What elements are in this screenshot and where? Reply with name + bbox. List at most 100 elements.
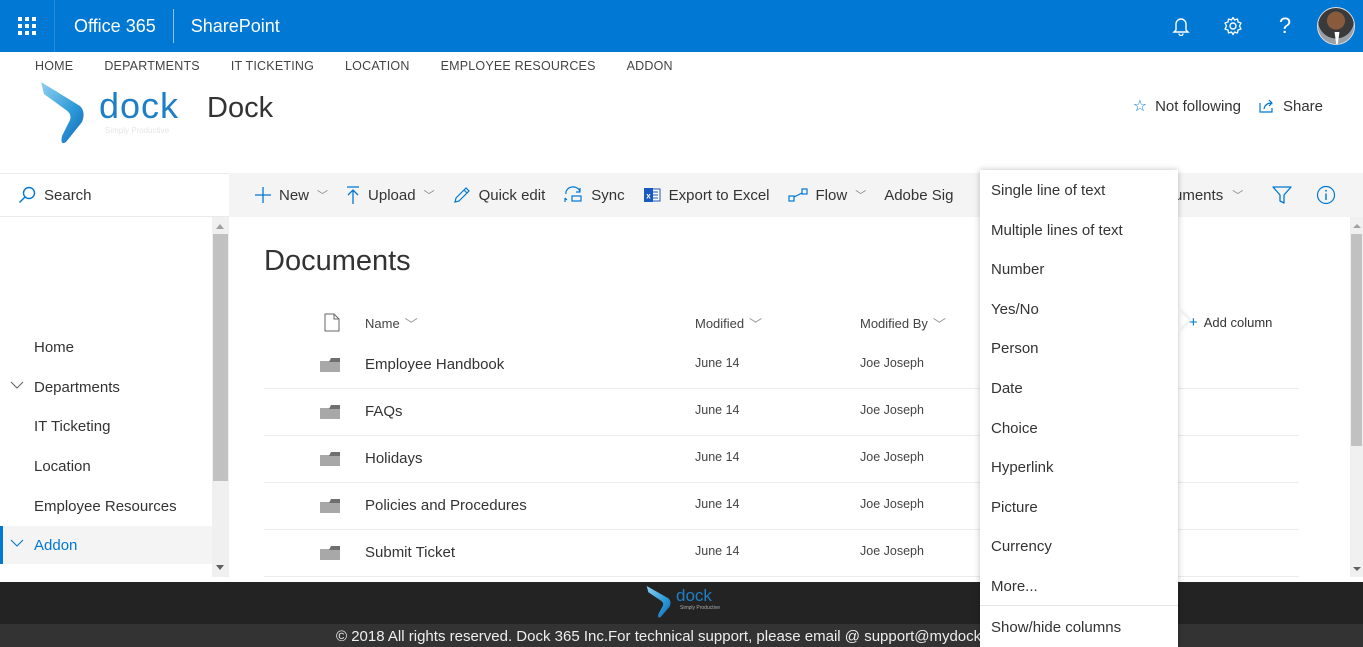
row-modified-by: Joe Joseph	[860, 403, 924, 417]
suite-divider	[172, 9, 174, 43]
scrollbar-thumb[interactable]	[1351, 234, 1362, 446]
follow-label: Not following	[1155, 97, 1241, 115]
leftnav-item-it-ticketing[interactable]: IT Ticketing	[0, 407, 212, 445]
topnav-departments[interactable]: DEPARTMENTS	[104, 59, 200, 73]
column-header-label: Name	[365, 316, 400, 331]
row-name[interactable]: Policies and Procedures	[365, 497, 527, 514]
excel-icon: x	[643, 186, 661, 204]
app-launcher-button[interactable]	[0, 0, 55, 52]
menu-item-yes-no[interactable]: Yes/No	[980, 290, 1178, 329]
column-header-label: Modified By	[860, 316, 928, 331]
leftnav-label: Departments	[34, 378, 120, 396]
menu-item-date[interactable]: Date	[980, 369, 1178, 408]
flow-button[interactable]: Flow ﹀	[787, 187, 866, 204]
leftnav-item-home[interactable]: Home	[0, 328, 212, 366]
sharepoint-link[interactable]: SharePoint	[191, 16, 280, 37]
leftnav-item-employee-resources[interactable]: Employee Resources	[0, 487, 212, 525]
row-modified: June 14	[695, 450, 740, 464]
menu-item-single-line[interactable]: Single line of text	[980, 171, 1178, 210]
file-type-icon[interactable]	[324, 313, 340, 332]
info-button[interactable]	[1316, 173, 1336, 217]
site-logo-tagline: Simply Productive	[105, 126, 170, 135]
share-label: Share	[1282, 97, 1323, 115]
row-name[interactable]: Holidays	[365, 450, 423, 467]
view-label: uments	[1174, 186, 1224, 204]
leftnav-scrollbar[interactable]	[212, 217, 229, 577]
search-placeholder: Search	[44, 186, 92, 204]
topnav-home[interactable]: HOME	[35, 59, 73, 73]
help-button[interactable]: ?	[1259, 0, 1311, 52]
add-column-button[interactable]: + Add column	[1189, 314, 1272, 331]
column-header-name[interactable]: Name ﹀	[365, 314, 418, 333]
leftnav-item-addon[interactable]: Addon	[0, 526, 212, 564]
leftnav-label: Home	[34, 338, 75, 356]
footer-copyright: © 2018 All rights reserved. Dock 365 Inc…	[336, 628, 1039, 645]
office365-link[interactable]: Office 365	[74, 16, 156, 37]
quick-edit-button[interactable]: Quick edit	[453, 186, 546, 204]
chevron-down-icon[interactable]	[10, 380, 24, 390]
settings-button[interactable]	[1207, 0, 1259, 52]
menu-divider	[980, 605, 1178, 606]
scroll-up-arrow-icon[interactable]	[1353, 224, 1361, 228]
row-modified: June 14	[695, 356, 740, 370]
share-icon	[1259, 99, 1273, 113]
leftnav-item-location[interactable]: Location	[0, 447, 212, 485]
menu-item-currency[interactable]: Currency	[980, 527, 1178, 566]
view-selector[interactable]: uments ﹀	[1174, 173, 1243, 217]
site-title[interactable]: Dock	[207, 92, 273, 125]
quick-edit-label: Quick edit	[478, 186, 546, 204]
menu-item-picture[interactable]: Picture	[980, 488, 1178, 527]
new-button[interactable]: New ﹀	[255, 187, 328, 204]
filter-button[interactable]	[1272, 173, 1292, 217]
row-modified-by: Joe Joseph	[860, 356, 924, 370]
menu-item-choice[interactable]: Choice	[980, 409, 1178, 448]
menu-item-hyperlink[interactable]: Hyperlink	[980, 448, 1178, 487]
topnav-addon[interactable]: ADDON	[627, 59, 673, 73]
user-avatar[interactable]	[1317, 7, 1355, 45]
row-name[interactable]: FAQs	[365, 403, 403, 420]
scroll-down-arrow-icon[interactable]	[216, 565, 224, 570]
svg-text:x: x	[646, 192, 651, 201]
chevron-down-icon: ﹀	[404, 317, 418, 332]
scrollbar-thumb[interactable]	[213, 234, 228, 481]
sync-label: Sync	[591, 186, 625, 204]
folder-icon	[320, 358, 340, 372]
menu-item-more[interactable]: More...	[980, 567, 1178, 606]
menu-item-person[interactable]: Person	[980, 329, 1178, 368]
topnav-location[interactable]: LOCATION	[345, 59, 410, 73]
upload-button[interactable]: Upload ﹀	[346, 186, 435, 204]
menu-item-number[interactable]: Number	[980, 250, 1178, 289]
adobe-sign-button[interactable]: Adobe Sig	[884, 187, 953, 204]
menu-item-multiple-lines[interactable]: Multiple lines of text	[980, 211, 1178, 250]
column-header-modified-by[interactable]: Modified By ﹀	[860, 314, 946, 333]
topnav-it-ticketing[interactable]: IT TICKETING	[231, 59, 314, 73]
menu-item-show-hide-columns[interactable]: Show/hide columns	[980, 608, 1178, 647]
main-scrollbar[interactable]	[1350, 217, 1363, 577]
topnav-employee-resources[interactable]: EMPLOYEE RESOURCES	[441, 59, 596, 73]
share-button[interactable]: Share	[1259, 96, 1323, 116]
suite-bar: Office 365 SharePoint ?	[0, 0, 1363, 52]
search-input[interactable]: Search	[0, 173, 229, 217]
follow-button[interactable]: ☆ Not following	[1133, 96, 1241, 116]
chevron-down-icon[interactable]	[10, 538, 24, 548]
row-modified: June 14	[695, 403, 740, 417]
upload-icon	[346, 186, 360, 204]
row-modified-by: Joe Joseph	[860, 544, 924, 558]
export-to-excel-button[interactable]: x Export to Excel	[643, 186, 770, 204]
scroll-down-arrow-icon[interactable]	[1353, 567, 1361, 571]
leftnav-item-departments[interactable]: Departments	[0, 368, 212, 406]
question-mark-icon: ?	[1278, 13, 1292, 38]
leftnav-label: Location	[34, 457, 91, 475]
column-header-modified[interactable]: Modified ﹀	[695, 314, 762, 333]
row-name[interactable]: Employee Handbook	[365, 356, 504, 373]
scroll-up-arrow-icon[interactable]	[216, 224, 224, 229]
upload-label: Upload	[368, 186, 416, 204]
folder-icon	[320, 452, 340, 466]
sync-button[interactable]: Sync	[563, 186, 625, 204]
notifications-button[interactable]	[1155, 0, 1207, 52]
filter-icon	[1272, 186, 1292, 204]
library-title: Documents	[264, 245, 411, 277]
pencil-icon	[453, 186, 471, 204]
row-name[interactable]: Submit Ticket	[365, 544, 455, 561]
gear-icon	[1224, 16, 1242, 36]
